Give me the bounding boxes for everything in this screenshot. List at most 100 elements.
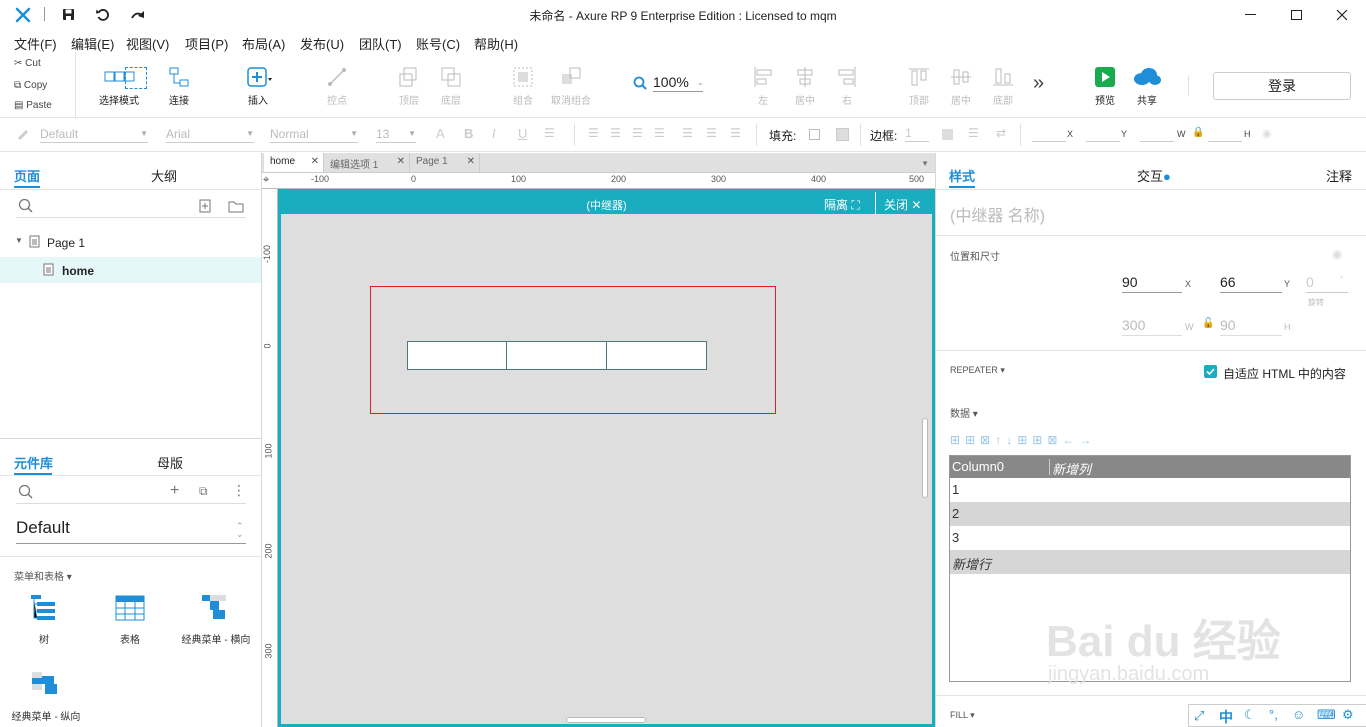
shadow-swatch[interactable] (836, 128, 849, 141)
border-width-input[interactable]: 1 (905, 126, 929, 142)
w-field[interactable] (1140, 128, 1174, 142)
move-down-icon[interactable]: ↓ (1006, 433, 1017, 447)
category-header[interactable]: 菜单和表格 ▾ (14, 568, 72, 583)
height-input[interactable]: 90 (1220, 317, 1282, 336)
menu-file[interactable]: 文件(F) (14, 34, 57, 53)
add-page-icon[interactable] (199, 199, 213, 213)
tab-outline[interactable]: 大纲 (151, 166, 177, 185)
close-window-icon[interactable] (1336, 9, 1348, 21)
font-size-select[interactable]: 13 ▼ (376, 127, 416, 143)
visibility-eye-icon[interactable]: ◉ (1332, 247, 1342, 261)
widget-tree[interactable]: 树 (14, 593, 74, 648)
isolate-button[interactable]: 隔离 ⛶ (824, 196, 860, 213)
data-section-header[interactable]: 数据 ▾ (950, 405, 978, 420)
data-row[interactable]: 1 (950, 478, 1350, 502)
x-input[interactable]: 90 (1122, 274, 1182, 293)
ime-emoji-icon[interactable]: ☺ (1292, 707, 1305, 722)
add-column-header[interactable]: 新增列 (1052, 459, 1091, 478)
move-up-icon[interactable]: ↑ (995, 433, 1006, 447)
widget-classic-menu-vertical[interactable]: 经典菜单 - 纵向 (6, 670, 86, 725)
tab-edit-option[interactable]: 编辑选项 1 ✕ (324, 153, 410, 172)
copy-button[interactable]: ⧉ Copy (14, 80, 47, 91)
paste-button[interactable]: ▤ Paste (14, 100, 52, 111)
tab-notes[interactable]: 注释 (1326, 166, 1352, 185)
menu-publish[interactable]: 发布(U) (300, 34, 344, 53)
menu-account[interactable]: 账号(C) (416, 34, 460, 53)
add-row[interactable]: 新增行 (950, 550, 1350, 574)
align-text-center-icon[interactable]: ☰ (610, 126, 621, 140)
close-tab-icon[interactable]: ✕ (397, 156, 405, 167)
menu-layout[interactable]: 布局(A) (242, 34, 285, 53)
font-color-icon[interactable]: A (436, 126, 445, 141)
tab-interaction[interactable]: 交互● (1137, 166, 1171, 185)
data-row[interactable]: 3 (950, 526, 1350, 550)
data-row[interactable]: 2 (950, 502, 1350, 526)
bring-to-top-button[interactable]: 顶层 (389, 66, 429, 107)
ime-punct-icon[interactable]: °, (1269, 707, 1278, 722)
select-contain-icon[interactable] (125, 67, 147, 89)
repeater-section-header[interactable]: REPEATER ▾ (950, 365, 1005, 376)
widget-style-select[interactable]: Default ▼ (40, 127, 148, 143)
insert-button[interactable]: 插入 (238, 66, 278, 107)
send-to-bottom-button[interactable]: 底层 (431, 66, 471, 107)
library-search-icon[interactable] (18, 484, 34, 500)
align-top-button[interactable]: 顶部 (906, 66, 932, 107)
add-folder-icon[interactable] (228, 200, 244, 213)
align-right-button[interactable]: 右 (835, 66, 859, 107)
ime-moon-icon[interactable]: ☾ (1244, 707, 1256, 723)
y-input[interactable]: 66 (1220, 274, 1282, 293)
widget-table[interactable]: 表格 (100, 593, 160, 648)
page-item-page-1[interactable]: ▼ Page 1 (0, 231, 261, 253)
font-family-select[interactable]: Arial ▼ (166, 127, 254, 143)
zoom-value[interactable]: 100% (653, 74, 703, 92)
vertical-scrollbar[interactable] (922, 418, 928, 498)
delete-rows-icon[interactable]: ⊠ (980, 433, 995, 447)
column-header[interactable]: Column0 (952, 459, 1004, 474)
zoom-chevron-down-icon[interactable]: ⌄ (697, 78, 704, 87)
close-tab-icon[interactable]: ✕ (311, 156, 319, 167)
tab-masters[interactable]: 母版 (157, 453, 183, 472)
align-text-left-icon[interactable]: ☰ (588, 126, 599, 140)
minimize-icon[interactable] (1245, 14, 1256, 15)
widget-name-input[interactable]: (中继器 名称) (950, 202, 1045, 226)
fill-section-header[interactable]: FILL ▾ (950, 710, 975, 721)
preview-button[interactable]: 预览 (1090, 66, 1120, 107)
fill-color-swatch[interactable] (809, 129, 820, 140)
search-icon[interactable] (18, 198, 34, 214)
border-color-swatch[interactable] (942, 129, 953, 140)
visibility-eye-icon[interactable]: ◉ (1262, 127, 1272, 140)
close-context-button[interactable]: 关闭 ✕ (884, 196, 921, 213)
close-tab-icon[interactable]: ✕ (467, 156, 475, 167)
cut-button[interactable]: ✂ Cut (14, 58, 41, 69)
tab-page-1[interactable]: Page 1 ✕ (410, 153, 480, 172)
tabs-overflow-icon[interactable]: ▼ (921, 159, 929, 168)
fit-html-checkbox[interactable] (1204, 365, 1217, 378)
tab-style[interactable]: 样式 (949, 166, 975, 185)
valign-middle-icon[interactable]: ☰ (706, 126, 717, 140)
crosshair-icon[interactable]: ⌖ (263, 174, 269, 187)
ime-expand-icon[interactable]: ⤢ (1194, 708, 1204, 724)
bold-icon[interactable]: B (464, 126, 473, 141)
delete-column-icon[interactable]: ⊞ (1032, 433, 1047, 447)
share-button[interactable]: 共享 (1130, 66, 1164, 107)
repeater-item-cell[interactable] (407, 341, 507, 370)
page-item-home[interactable]: home (0, 257, 261, 283)
h-field[interactable] (1208, 128, 1242, 142)
insert-row-icon[interactable]: ⊞ (950, 433, 965, 447)
italic-icon[interactable]: I (492, 126, 496, 141)
login-button[interactable]: 登录 (1213, 72, 1351, 100)
group-button[interactable]: 组合 (503, 66, 543, 107)
repeater-item-cell[interactable] (507, 341, 607, 370)
delete-columns-icon[interactable]: ⊠ (1047, 433, 1062, 447)
align-center-button[interactable]: 居中 (791, 66, 819, 107)
tab-home[interactable]: home ✕ (264, 153, 324, 172)
menu-view[interactable]: 视图(V) (126, 34, 169, 53)
align-left-button[interactable]: 左 (751, 66, 775, 107)
repeater-item-cell[interactable] (607, 341, 707, 370)
y-field[interactable] (1086, 128, 1120, 142)
move-left-icon[interactable]: ← (1062, 433, 1079, 447)
font-weight-select[interactable]: Normal ▼ (270, 127, 358, 143)
more-options-icon[interactable]: ⋮ (232, 482, 246, 499)
lock-aspect-icon[interactable]: 🔓 (1202, 318, 1214, 329)
align-bottom-button[interactable]: 底部 (990, 66, 1016, 107)
